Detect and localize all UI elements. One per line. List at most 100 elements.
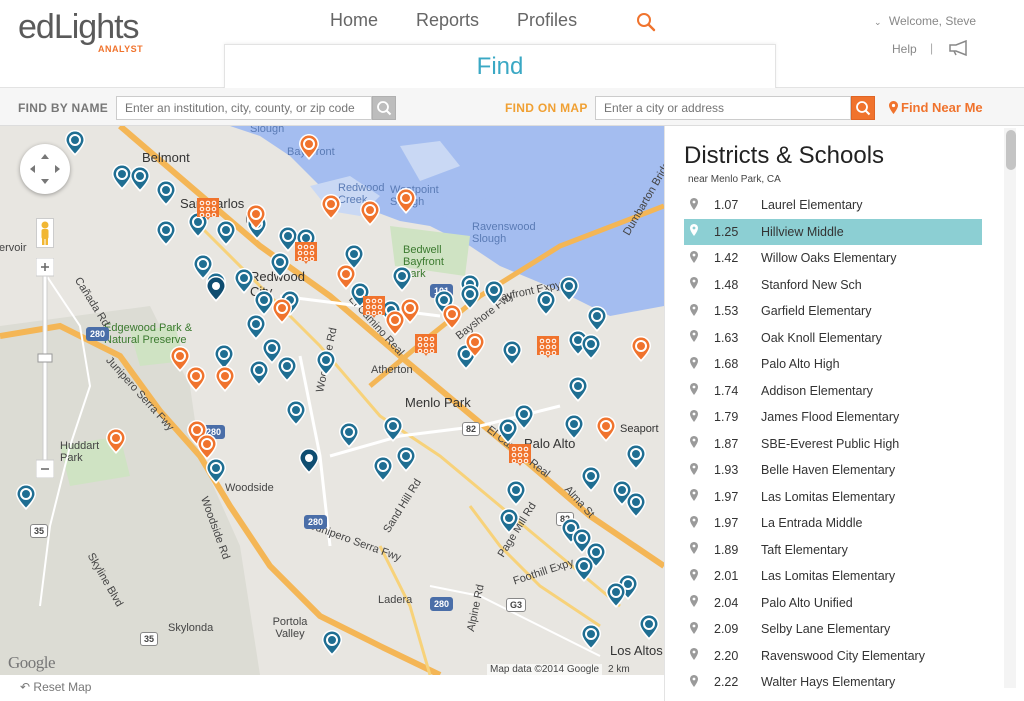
school-pin[interactable] — [536, 290, 556, 316]
school-pin[interactable] — [373, 456, 393, 482]
district-pin[interactable] — [186, 366, 206, 392]
result-row[interactable]: 1.07 Laurel Elementary — [684, 192, 982, 219]
find-near-me-link[interactable]: Find Near Me — [889, 100, 983, 115]
district-pin[interactable] — [106, 428, 126, 454]
result-row[interactable]: 1.74 Addison Elementary — [684, 378, 982, 405]
district-pin[interactable] — [272, 298, 292, 324]
result-row[interactable]: 1.42 Willow Oaks Elementary — [684, 245, 982, 272]
results-scrollbar[interactable] — [1004, 128, 1016, 688]
school-pin[interactable] — [606, 582, 626, 608]
school-pin[interactable] — [499, 508, 519, 534]
search-icon[interactable] — [636, 12, 656, 32]
result-row[interactable]: 1.25 Hillview Middle — [684, 218, 982, 245]
result-row[interactable]: 2.20 Ravenswood City Elementary — [684, 643, 982, 670]
reset-map-button[interactable]: ↶ Reset Map — [20, 680, 91, 694]
school-pin[interactable] — [392, 266, 412, 292]
school-pin[interactable] — [16, 484, 36, 510]
district-pin[interactable] — [215, 366, 235, 392]
district-pin[interactable] — [465, 332, 485, 358]
result-row[interactable]: 2.22 Walter Hays Elementary — [684, 669, 982, 696]
school-pin[interactable] — [626, 492, 646, 518]
school-pin[interactable] — [254, 290, 274, 316]
megaphone-icon[interactable] — [948, 40, 972, 56]
district-pin[interactable] — [321, 194, 341, 220]
district-pin[interactable] — [299, 134, 319, 160]
district-pin[interactable] — [396, 188, 416, 214]
district-pin[interactable] — [336, 264, 356, 290]
school-pin[interactable] — [249, 360, 269, 386]
school-pin[interactable] — [130, 166, 150, 192]
nav-reports[interactable]: Reports — [416, 10, 479, 38]
find-by-name-button[interactable] — [372, 96, 396, 120]
map-view[interactable]: Belmont San Carlos Redwood City Redwood … — [0, 126, 664, 675]
school-pin[interactable] — [506, 480, 526, 506]
school-pin[interactable] — [322, 630, 342, 656]
school-pin[interactable] — [498, 418, 518, 444]
result-row[interactable]: 2.09 Selby Lane Elementary — [684, 616, 982, 643]
school-pin[interactable] — [383, 416, 403, 442]
result-row[interactable]: 1.79 James Flood Elementary — [684, 404, 982, 431]
school-pin[interactable] — [502, 340, 522, 366]
school-pin[interactable] — [339, 422, 359, 448]
tab-find[interactable]: Find — [224, 44, 776, 90]
result-row[interactable]: 1.48 Stanford New Sch — [684, 272, 982, 299]
school-pin[interactable] — [581, 624, 601, 650]
school-pin[interactable] — [460, 284, 480, 310]
result-row[interactable]: 1.53 Garfield Elementary — [684, 298, 982, 325]
school-pin[interactable] — [246, 314, 266, 340]
school-pin[interactable] — [286, 400, 306, 426]
district-pin[interactable] — [442, 304, 462, 330]
school-pin[interactable] — [559, 276, 579, 302]
result-row[interactable]: 1.87 SBE-Everest Public High — [684, 431, 982, 458]
school-cluster-icon[interactable] — [509, 444, 531, 470]
school-pin[interactable] — [234, 268, 254, 294]
result-row[interactable]: 1.93 Belle Haven Elementary — [684, 457, 982, 484]
result-row[interactable]: 1.97 La Entrada Middle — [684, 510, 982, 537]
school-pin[interactable] — [587, 306, 607, 332]
results-scrollbar-thumb[interactable] — [1006, 130, 1016, 170]
pan-control[interactable] — [20, 144, 70, 194]
school-pin[interactable] — [626, 444, 646, 470]
zoom-slider[interactable] — [36, 258, 54, 478]
school-pin[interactable] — [564, 414, 584, 440]
result-row[interactable]: 1.68 Palo Alto High — [684, 351, 982, 378]
school-pin[interactable] — [396, 446, 416, 472]
result-row[interactable]: 2.04 Palo Alto Unified — [684, 590, 982, 617]
street-view-pegman[interactable] — [36, 218, 54, 248]
school-pin[interactable] — [112, 164, 132, 190]
help-link[interactable]: Help — [892, 42, 917, 56]
map-attribution[interactable]: Map data ©2014 Google — [487, 664, 603, 675]
school-pin[interactable] — [206, 458, 226, 484]
district-pin[interactable] — [246, 204, 266, 230]
result-row[interactable]: 1.63 Oak Knoll Elementary — [684, 325, 982, 352]
district-pin[interactable] — [596, 416, 616, 442]
result-row[interactable]: 2.01 Las Lomitas Elementary — [684, 563, 982, 590]
school-pin[interactable] — [581, 466, 601, 492]
nav-profiles[interactable]: Profiles — [517, 10, 577, 38]
school-cluster-icon[interactable] — [197, 198, 219, 224]
school-pin[interactable] — [484, 280, 504, 306]
school-pin[interactable] — [156, 180, 176, 206]
district-pin[interactable] — [631, 336, 651, 362]
district-pin[interactable] — [197, 434, 217, 460]
user-menu[interactable]: ⌄ Welcome, Steve — [874, 14, 976, 28]
school-pin[interactable] — [216, 220, 236, 246]
selected-school-pin[interactable] — [299, 448, 319, 474]
find-on-map-input[interactable] — [595, 96, 851, 120]
school-pin[interactable] — [568, 376, 588, 402]
result-row[interactable]: 1.97 Las Lomitas Elementary — [684, 484, 982, 511]
school-pin[interactable] — [277, 356, 297, 382]
school-cluster-icon[interactable] — [537, 336, 559, 362]
find-on-map-button[interactable] — [851, 96, 875, 120]
school-pin[interactable] — [581, 334, 601, 360]
district-pin[interactable] — [360, 200, 380, 226]
school-pin[interactable] — [639, 614, 659, 640]
edlights-logo[interactable]: edLights ANALYST — [18, 10, 148, 60]
nav-home[interactable]: Home — [330, 10, 378, 38]
school-cluster-icon[interactable] — [295, 242, 317, 268]
school-pin[interactable] — [574, 556, 594, 582]
school-pin[interactable] — [156, 220, 176, 246]
find-by-name-input[interactable] — [116, 96, 372, 120]
school-cluster-icon[interactable] — [415, 334, 437, 360]
school-pin[interactable] — [316, 350, 336, 376]
